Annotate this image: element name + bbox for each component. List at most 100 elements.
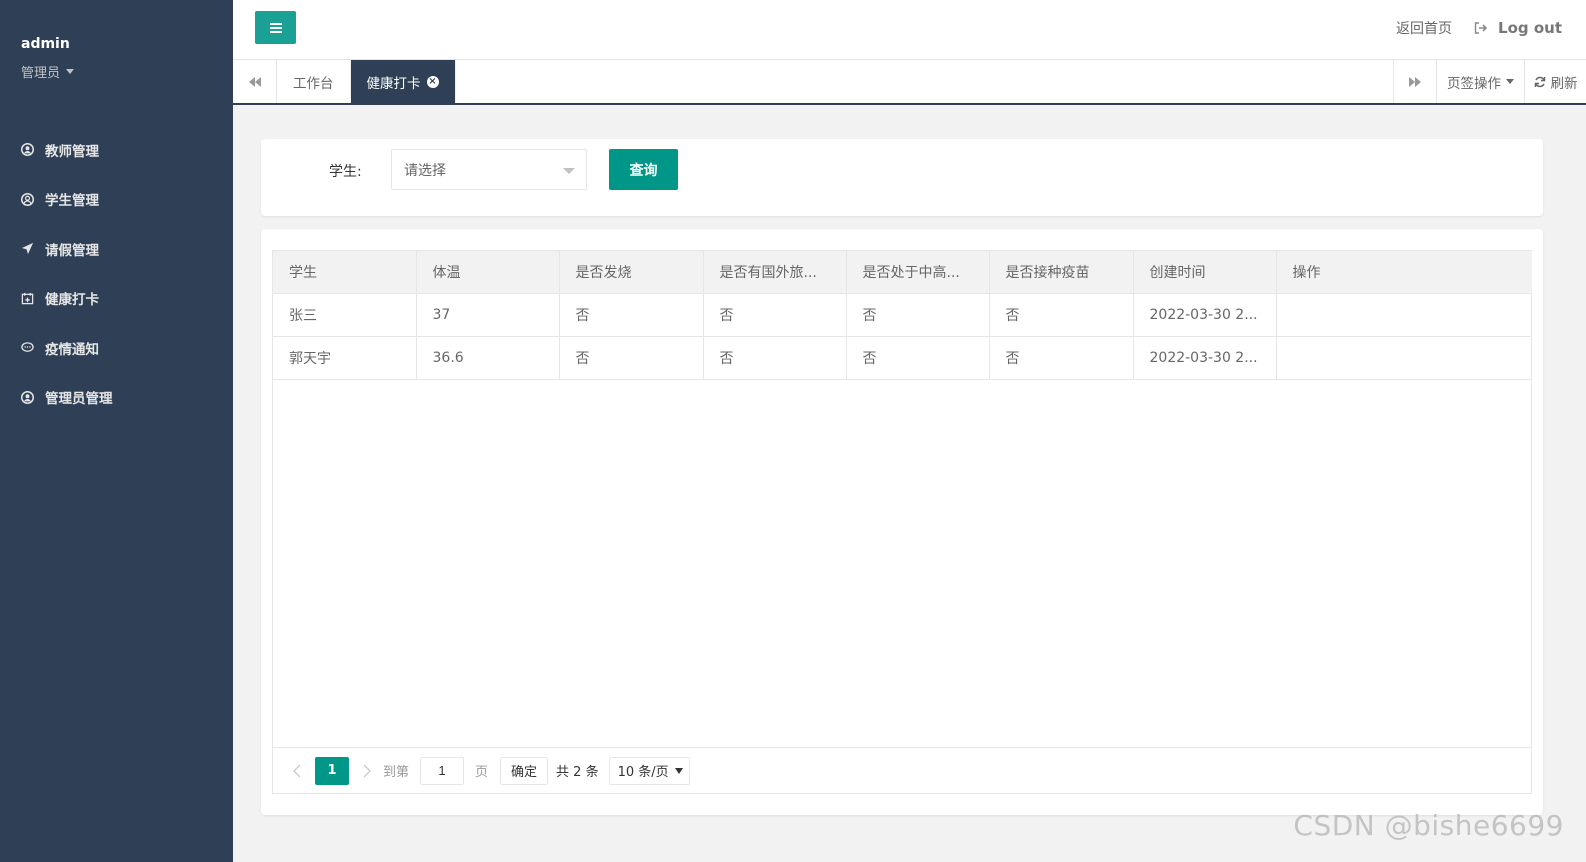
table-actions-cell xyxy=(1276,336,1532,380)
hamburger-icon xyxy=(269,22,282,33)
table-cell: 36.6 xyxy=(416,336,560,380)
sidebar-item-leave[interactable]: 请假管理 xyxy=(0,224,233,274)
user-block: admin 管理员 xyxy=(0,0,233,81)
logout-link[interactable]: Log out xyxy=(1474,19,1562,37)
column-header[interactable]: 体温 xyxy=(416,251,560,294)
sidebar-item-label: 健康打卡 xyxy=(45,292,99,309)
page-size-select[interactable]: 10 条/页 xyxy=(608,756,690,785)
close-icon[interactable]: × xyxy=(426,75,439,88)
tab-health-checkin[interactable]: 健康打卡 × xyxy=(350,60,456,103)
goto-label: 到第 xyxy=(383,765,410,780)
user-role-label: 管理员 xyxy=(21,66,61,81)
column-header: 操作 xyxy=(1276,251,1532,294)
column-header[interactable]: 是否有国外旅... xyxy=(703,251,847,294)
caret-down-icon xyxy=(66,69,75,74)
table-cell: 否 xyxy=(703,293,847,337)
column-header[interactable]: 学生 xyxy=(273,251,417,294)
tabs-scroll-right-button[interactable] xyxy=(1393,60,1436,103)
current-page[interactable]: 1 xyxy=(315,756,349,785)
tab-label: 健康打卡 xyxy=(366,75,421,92)
table-row[interactable]: 郭天宇 36.6 否 否 否 否 2022-03-30 2... xyxy=(273,336,1532,380)
tab-tools: 页签操作 刷新 xyxy=(1393,60,1586,103)
sidebar-item-label: 疫情通知 xyxy=(45,341,99,358)
caret-down-icon xyxy=(563,168,575,174)
student-filter-label: 学生: xyxy=(329,164,362,180)
caret-down-icon xyxy=(1506,79,1514,84)
sidebar-item-teacher[interactable]: 教师管理 xyxy=(0,125,233,175)
sign-out-icon xyxy=(1474,22,1488,34)
refresh-label: 刷新 xyxy=(1550,75,1578,92)
goto-confirm-button[interactable]: 确定 xyxy=(500,756,549,785)
sidebar-item-label: 学生管理 xyxy=(45,193,99,210)
chevron-down-icon xyxy=(674,767,683,774)
double-chevron-left-icon xyxy=(248,76,261,87)
sidebar-item-health[interactable]: 健康打卡 xyxy=(0,274,233,324)
table-cell: 2022-03-30 2... xyxy=(1133,336,1277,380)
user-role-dropdown[interactable]: 管理员 xyxy=(21,62,233,81)
prev-page-button[interactable] xyxy=(287,758,307,784)
page-suffix: 页 xyxy=(475,765,489,780)
header-actions: 返回首页 Log out xyxy=(1396,18,1562,38)
student-select[interactable]: 请选择 xyxy=(391,149,587,190)
paper-plane-icon xyxy=(21,242,34,255)
table-panel: 学生 体温 是否发烧 是否有国外旅... 是否处于中高... 是否接种疫苗 创建… xyxy=(261,229,1543,815)
sidebar-item-student[interactable]: 学生管理 xyxy=(0,175,233,225)
table-cell: 37 xyxy=(416,293,560,337)
table-cell: 郭天宇 xyxy=(273,336,417,380)
user-name: admin xyxy=(21,36,70,52)
sidebar-item-label: 教师管理 xyxy=(45,143,99,160)
search-panel: 学生: 请选择 查询 xyxy=(261,139,1543,216)
calendar-plus-icon xyxy=(21,292,34,305)
tab-list: 工作台 健康打卡 × xyxy=(277,60,456,103)
pagination: 1 到第 页 确定 共 2 条 10 条/页 xyxy=(273,747,1531,793)
query-button[interactable]: 查询 xyxy=(609,149,678,190)
student-select-placeholder: 请选择 xyxy=(404,162,446,179)
table-cell: 否 xyxy=(559,336,704,380)
column-header[interactable]: 是否发烧 xyxy=(559,251,704,294)
tabs-scroll-left-button[interactable] xyxy=(233,60,277,103)
double-chevron-right-icon xyxy=(1409,76,1421,87)
menu-toggle-button[interactable] xyxy=(255,11,296,44)
chevron-left-icon xyxy=(293,764,301,777)
table-cell: 否 xyxy=(846,336,990,380)
watermark: CSDN @bishe6699 xyxy=(1293,809,1564,842)
tab-operations-dropdown[interactable]: 页签操作 xyxy=(1436,60,1524,103)
table-cell: 张三 xyxy=(273,293,417,337)
data-table: 学生 体温 是否发烧 是否有国外旅... 是否处于中高... 是否接种疫苗 创建… xyxy=(272,250,1532,794)
column-header[interactable]: 创建时间 xyxy=(1133,251,1277,294)
total-count: 共 2 条 xyxy=(556,765,599,780)
comment-icon xyxy=(21,341,34,354)
table-cell: 否 xyxy=(989,293,1134,337)
table-actions-cell xyxy=(1276,293,1532,337)
user-circle-icon xyxy=(21,390,34,404)
tab-workbench[interactable]: 工作台 xyxy=(277,60,351,103)
sidebar-nav: 教师管理 学生管理 请假管理 健康打卡 疫情通知 管理员管理 xyxy=(0,125,233,422)
table-row[interactable]: 张三 37 否 否 否 否 2022-03-30 2... xyxy=(273,293,1532,337)
sidebar: admin 管理员 教师管理 学生管理 请假管理 健康打卡 疫情通知 管理员管理 xyxy=(0,0,233,862)
user-circle-icon xyxy=(21,143,34,157)
column-header[interactable]: 是否接种疫苗 xyxy=(989,251,1134,294)
refresh-button[interactable]: 刷新 xyxy=(1524,60,1586,103)
logout-label: Log out xyxy=(1498,19,1562,37)
top-header: 返回首页 Log out xyxy=(233,0,1586,60)
table-cell: 否 xyxy=(846,293,990,337)
tab-operations-label: 页签操作 xyxy=(1447,75,1501,92)
table-cell: 否 xyxy=(703,336,847,380)
tab-bar: 工作台 健康打卡 × 页签操作 刷新 xyxy=(233,60,1586,105)
home-link[interactable]: 返回首页 xyxy=(1396,18,1452,38)
user-circle-icon xyxy=(21,192,34,206)
sidebar-item-label: 请假管理 xyxy=(45,242,99,259)
refresh-icon xyxy=(1534,76,1545,87)
sidebar-item-label: 管理员管理 xyxy=(45,391,113,408)
next-page-button[interactable] xyxy=(357,758,377,784)
column-header[interactable]: 是否处于中高... xyxy=(846,251,990,294)
goto-page-input[interactable] xyxy=(420,756,465,785)
sidebar-item-admin[interactable]: 管理员管理 xyxy=(0,373,233,423)
table-cell: 2022-03-30 2... xyxy=(1133,293,1277,337)
sidebar-item-notice[interactable]: 疫情通知 xyxy=(0,323,233,373)
chevron-right-icon xyxy=(363,764,371,777)
table-cell: 否 xyxy=(559,293,704,337)
table-header-row: 学生 体温 是否发烧 是否有国外旅... 是否处于中高... 是否接种疫苗 创建… xyxy=(273,251,1532,294)
page-size-label: 10 条/页 xyxy=(617,765,669,780)
table-cell: 否 xyxy=(989,336,1134,380)
